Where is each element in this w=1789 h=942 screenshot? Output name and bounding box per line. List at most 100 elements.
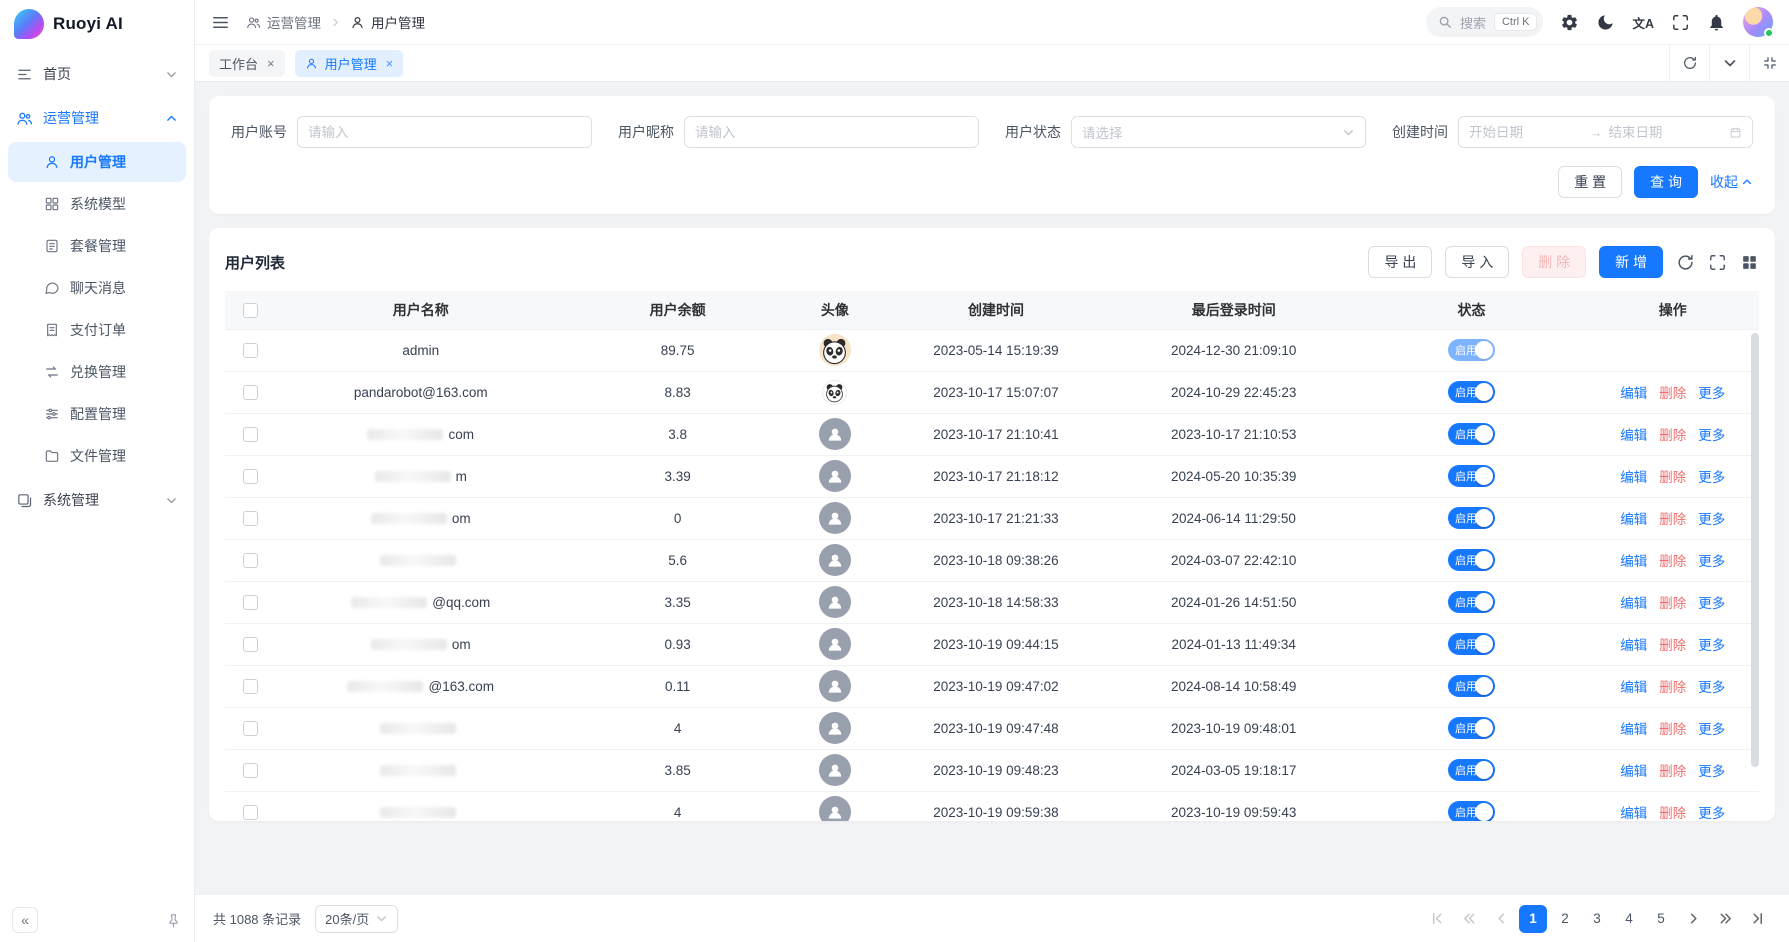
page-next2-button[interactable]: [1711, 905, 1739, 933]
app-logo[interactable]: Ruoyi AI: [0, 0, 194, 48]
page-2-button[interactable]: 2: [1551, 905, 1579, 933]
sidebar-item-system-management[interactable]: 系统管理: [0, 478, 194, 522]
row-checkbox[interactable]: [243, 553, 258, 568]
tab-user-management[interactable]: 用户管理×: [295, 50, 404, 77]
status-toggle[interactable]: 启用: [1448, 423, 1495, 445]
more-link[interactable]: 更多: [1698, 470, 1725, 485]
more-link[interactable]: 更多: [1698, 554, 1725, 569]
user-avatar[interactable]: [1743, 7, 1773, 37]
more-link[interactable]: 更多: [1698, 386, 1725, 401]
dark-mode-moon-icon[interactable]: [1596, 13, 1615, 32]
global-search[interactable]: 搜索 Ctrl K: [1426, 7, 1544, 37]
more-link[interactable]: 更多: [1698, 722, 1725, 737]
more-link[interactable]: 更多: [1698, 638, 1725, 653]
notifications-bell-icon[interactable]: [1707, 13, 1726, 32]
account-input[interactable]: [308, 125, 581, 140]
edit-link[interactable]: 编辑: [1620, 764, 1647, 779]
delete-link[interactable]: 删除: [1659, 470, 1686, 485]
delete-link[interactable]: 删除: [1659, 764, 1686, 779]
page-4-button[interactable]: 4: [1615, 905, 1643, 933]
breadcrumb-operations[interactable]: 运营管理: [246, 12, 321, 32]
edit-link[interactable]: 编辑: [1620, 722, 1647, 737]
row-checkbox[interactable]: [243, 343, 258, 358]
more-link[interactable]: 更多: [1698, 764, 1725, 779]
edit-link[interactable]: 编辑: [1620, 596, 1647, 611]
status-toggle[interactable]: 启用: [1448, 759, 1495, 781]
edit-link[interactable]: 编辑: [1620, 386, 1647, 401]
edit-link[interactable]: 编辑: [1620, 638, 1647, 653]
status-toggle[interactable]: 启用: [1448, 717, 1495, 739]
refresh-tab-button[interactable]: [1669, 45, 1709, 81]
sidebar-item-system-model[interactable]: 系统模型: [8, 184, 186, 224]
select-all-checkbox[interactable]: [243, 303, 258, 318]
status-toggle[interactable]: 启用: [1448, 549, 1495, 571]
page-3-button[interactable]: 3: [1583, 905, 1611, 933]
settings-gear-icon[interactable]: [1560, 13, 1579, 32]
row-checkbox[interactable]: [243, 637, 258, 652]
delete-link[interactable]: 删除: [1659, 680, 1686, 695]
close-tab-icon[interactable]: ×: [267, 57, 275, 70]
more-link[interactable]: 更多: [1698, 512, 1725, 527]
page-5-button[interactable]: 5: [1647, 905, 1675, 933]
more-link[interactable]: 更多: [1698, 596, 1725, 611]
sidebar-collapse-button[interactable]: «: [12, 907, 38, 933]
content-expand-button[interactable]: [1749, 45, 1789, 81]
scrollbar-thumb[interactable]: [1751, 333, 1759, 767]
reset-button[interactable]: 重 置: [1558, 166, 1622, 198]
delete-link[interactable]: 删除: [1659, 596, 1686, 611]
page-1-button[interactable]: 1: [1519, 905, 1547, 933]
sidebar-item-package-management[interactable]: 套餐管理: [8, 226, 186, 266]
sidebar-item-exchange-management[interactable]: 兑换管理: [8, 352, 186, 392]
delete-link[interactable]: 删除: [1659, 386, 1686, 401]
status-toggle[interactable]: 启用: [1448, 801, 1495, 821]
delete-link[interactable]: 删除: [1659, 806, 1686, 821]
sidebar-item-payment-orders[interactable]: 支付订单: [8, 310, 186, 350]
row-checkbox[interactable]: [243, 763, 258, 778]
language-translate-icon[interactable]: 文A: [1632, 13, 1654, 32]
page-next-button[interactable]: [1679, 905, 1707, 933]
status-toggle[interactable]: 启用: [1448, 465, 1495, 487]
table-scrollbar[interactable]: [1751, 333, 1759, 815]
status-toggle[interactable]: 启用: [1448, 339, 1495, 361]
status-toggle[interactable]: 启用: [1448, 675, 1495, 697]
status-toggle[interactable]: 启用: [1448, 591, 1495, 613]
export-button[interactable]: 导 出: [1368, 246, 1432, 278]
pin-sidebar-icon[interactable]: [165, 912, 182, 929]
delete-link[interactable]: 删除: [1659, 554, 1686, 569]
refresh-table-icon[interactable]: [1676, 253, 1695, 272]
row-checkbox[interactable]: [243, 427, 258, 442]
more-link[interactable]: 更多: [1698, 428, 1725, 443]
row-checkbox[interactable]: [243, 511, 258, 526]
tab-workbench[interactable]: 工作台×: [209, 50, 285, 77]
status-select[interactable]: 请选择: [1071, 116, 1366, 148]
edit-link[interactable]: 编辑: [1620, 470, 1647, 485]
end-date-input[interactable]: [1609, 125, 1724, 140]
sidebar-item-home[interactable]: 首页: [0, 52, 194, 96]
query-button[interactable]: 查 询: [1634, 166, 1698, 198]
status-toggle[interactable]: 启用: [1448, 633, 1495, 655]
fullscreen-icon[interactable]: [1671, 13, 1690, 32]
edit-link[interactable]: 编辑: [1620, 806, 1647, 821]
row-checkbox[interactable]: [243, 385, 258, 400]
page-prev-button[interactable]: [1487, 905, 1515, 933]
page-last-button[interactable]: [1743, 905, 1771, 933]
status-toggle[interactable]: 启用: [1448, 507, 1495, 529]
sidebar-item-operations[interactable]: 运营管理: [0, 96, 194, 140]
page-first-button[interactable]: [1423, 905, 1451, 933]
breadcrumb-user-management[interactable]: 用户管理: [350, 12, 425, 32]
delete-button[interactable]: 删 除: [1522, 246, 1586, 278]
menu-toggle-icon[interactable]: [211, 13, 230, 32]
sidebar-item-user-management[interactable]: 用户管理: [8, 142, 186, 182]
column-settings-icon[interactable]: [1740, 253, 1759, 272]
page-prev2-button[interactable]: [1455, 905, 1483, 933]
delete-link[interactable]: 删除: [1659, 638, 1686, 653]
sidebar-item-config-management[interactable]: 配置管理: [8, 394, 186, 434]
sidebar-item-chat-messages[interactable]: 聊天消息: [8, 268, 186, 308]
edit-link[interactable]: 编辑: [1620, 554, 1647, 569]
row-checkbox[interactable]: [243, 679, 258, 694]
sidebar-item-file-management[interactable]: 文件管理: [8, 436, 186, 476]
more-link[interactable]: 更多: [1698, 806, 1725, 821]
table-fullscreen-icon[interactable]: [1708, 253, 1727, 272]
nickname-input[interactable]: [695, 125, 968, 140]
row-checkbox[interactable]: [243, 469, 258, 484]
